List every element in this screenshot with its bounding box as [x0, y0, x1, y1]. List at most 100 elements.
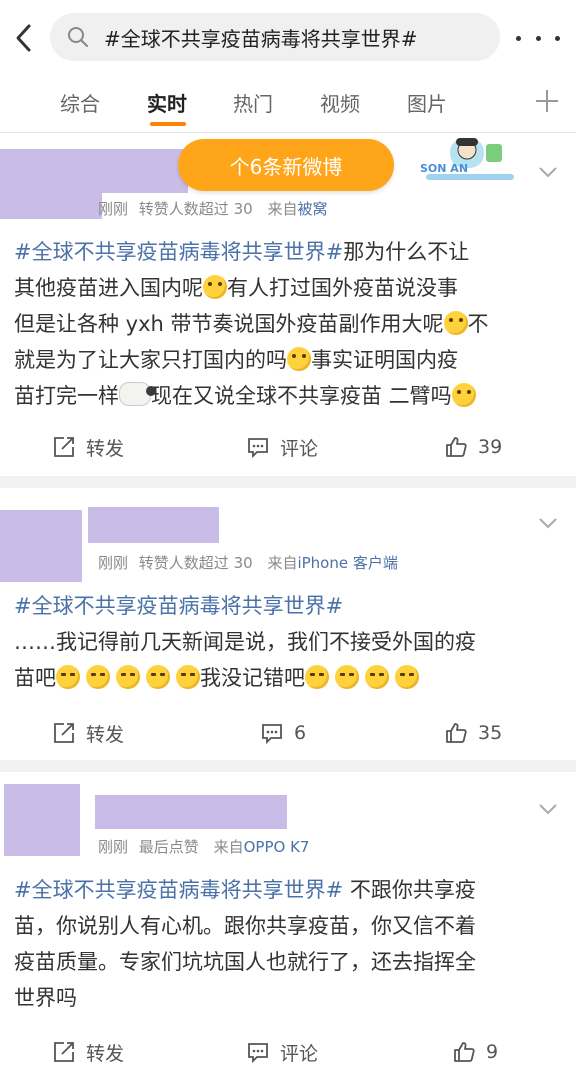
text-line: 但是让各种 yxh 带节奏说国外疫苗副作用大呢: [14, 312, 444, 336]
post-text: #全球不共享疫苗病毒将共享世界# 不跟你共享疫 苗，你说别人有心机。跟你共享疫苗…: [14, 872, 564, 1016]
grin-emoji-icon: [116, 665, 140, 689]
tab-hot[interactable]: 热门: [233, 88, 273, 117]
add-tab-icon[interactable]: [534, 88, 560, 114]
source-link[interactable]: OPPO K7: [244, 838, 310, 856]
text-line: 有人打过国外疫苗说没事: [227, 276, 458, 300]
text-line: 苗，你说别人有心机。跟你共享疫苗，你又信不着: [14, 914, 476, 938]
source-prefix: 来自: [213, 838, 244, 856]
text-line: 我没记错吧: [200, 666, 305, 690]
chevron-down-icon[interactable]: [538, 516, 558, 530]
post-actions: 转发 6 35: [0, 713, 576, 753]
text-line: 不: [467, 312, 489, 336]
tab-video[interactable]: 视频: [320, 88, 360, 117]
text-line: 就是为了让大家只打国内的吗: [14, 348, 287, 372]
search-icon: [66, 25, 90, 49]
thumbs-up-icon: [446, 437, 467, 457]
like-button[interactable]: 9: [452, 1032, 498, 1072]
post-text: #全球不共享疫苗病毒将共享世界# ……我记得前几天新闻是说，我们不接受外国的疫 …: [14, 588, 564, 696]
comment-count: 6: [294, 722, 307, 744]
post-meta: 刚刚 转赞人数超过 30 来自被窝: [98, 198, 327, 219]
text-line: 世界吗: [14, 986, 77, 1010]
repost-button[interactable]: 转发: [52, 427, 124, 467]
comment-button[interactable]: 评论: [246, 1032, 318, 1072]
avatar[interactable]: [4, 784, 80, 856]
post-time: 刚刚: [98, 838, 129, 856]
hashtag-link[interactable]: #全球不共享疫苗病毒将共享世界#: [14, 240, 343, 264]
post-info: 最后点赞: [138, 838, 199, 856]
grin-emoji-icon: [365, 665, 389, 689]
like-button[interactable]: 35: [444, 713, 502, 753]
more-options-button[interactable]: [516, 24, 560, 52]
new-posts-button[interactable]: 个6条新微博: [178, 139, 394, 191]
back-arrow-icon: [16, 24, 31, 52]
grin-emoji-icon: [176, 665, 200, 689]
like-button[interactable]: 39: [444, 427, 502, 467]
search-input[interactable]: #全球不共享疫苗病毒将共享世界#: [50, 13, 500, 61]
like-count: 35: [478, 722, 503, 744]
repost-label: 转发: [86, 1042, 125, 1065]
post-info: 转赞人数超过 30: [138, 554, 253, 572]
post-meta: 刚刚 最后点赞 来自OPPO K7: [98, 836, 309, 857]
like-count: 39: [478, 436, 503, 458]
grin-emoji-icon: [56, 665, 80, 689]
tab-images[interactable]: 图片: [407, 88, 447, 117]
top-bar: #全球不共享疫苗病毒将共享世界#: [0, 0, 576, 74]
username[interactable]: [102, 149, 188, 193]
post-card: 刚刚 最后点赞 来自OPPO K7 #全球不共享疫苗病毒将共享世界# 不跟你共享…: [0, 772, 576, 1077]
repost-button[interactable]: 转发: [52, 713, 124, 753]
source-link[interactable]: iPhone 客户端: [297, 554, 397, 572]
comment-button[interactable]: 评论: [246, 427, 318, 467]
repost-icon: [54, 723, 74, 743]
avatar[interactable]: [0, 149, 102, 219]
comment-icon: [248, 1043, 268, 1064]
thinking-emoji-icon: [451, 383, 476, 407]
repost-label: 转发: [86, 723, 125, 746]
username[interactable]: [95, 795, 287, 829]
tab-realtime[interactable]: 实时: [147, 88, 187, 117]
text-line: 疫苗质量。专家们坑坑国人也就行了，还去指挥全: [14, 950, 476, 974]
text-line: 那为什么不让: [343, 240, 470, 264]
comment-label: 评论: [280, 437, 319, 460]
hashtag-link[interactable]: #全球不共享疫苗病毒将共享世界#: [14, 594, 343, 618]
grin-emoji-icon: [146, 665, 170, 689]
text-line: 事实证明国内疫: [311, 348, 458, 372]
tab-bar: 综合 实时 热门 视频 图片: [0, 74, 576, 133]
source-link[interactable]: 被窝: [297, 200, 327, 218]
grin-emoji-icon: [305, 665, 329, 689]
comment-icon: [248, 438, 268, 459]
username[interactable]: [88, 507, 219, 543]
text-line: 苗吧: [14, 666, 56, 690]
chevron-down-icon[interactable]: [538, 165, 558, 179]
thinking-emoji-icon: [287, 347, 311, 371]
dot-icon: [555, 35, 560, 41]
text-line: 其他疫苗进入国内呢: [14, 276, 203, 300]
post-meta: 刚刚 转赞人数超过 30 来自iPhone 客户端: [98, 552, 398, 573]
hashtag-link[interactable]: #全球不共享疫苗病毒将共享世界#: [14, 878, 343, 902]
comment-label: 评论: [280, 1042, 319, 1065]
comment-button[interactable]: 6: [260, 713, 306, 753]
repost-icon: [54, 1042, 74, 1062]
dot-icon: [516, 35, 521, 41]
post-text: #全球不共享疫苗病毒将共享世界#那为什么不让 其他疫苗进入国内呢 有人打过国外疫苗…: [14, 234, 564, 414]
avatar[interactable]: [0, 510, 82, 582]
grin-emoji-icon: [86, 665, 110, 689]
repost-button[interactable]: 转发: [52, 1032, 124, 1072]
thinking-emoji-icon: [443, 311, 468, 335]
active-tab-indicator: [150, 122, 186, 126]
search-query: #全球不共享疫苗病毒将共享世界#: [104, 26, 418, 51]
like-count: 9: [486, 1041, 499, 1063]
source-prefix: 来自: [267, 554, 298, 572]
post-actions: 转发 评论 9: [0, 1032, 576, 1072]
post-info: 转赞人数超过 30: [138, 200, 253, 218]
text-line: 不跟你共享疫: [343, 878, 476, 902]
back-button[interactable]: [8, 18, 38, 58]
tab-comprehensive[interactable]: 综合: [60, 88, 100, 117]
chevron-down-icon[interactable]: [538, 802, 558, 816]
badge-text: SON AN: [420, 162, 468, 175]
text-line: 现在又说全球不共享疫苗 二臂吗: [151, 384, 452, 408]
comment-icon: [262, 724, 282, 745]
source-prefix: 来自: [267, 200, 298, 218]
thumbs-up-icon: [454, 1042, 475, 1062]
grin-emoji-icon: [335, 665, 359, 689]
post-time: 刚刚: [98, 554, 129, 572]
